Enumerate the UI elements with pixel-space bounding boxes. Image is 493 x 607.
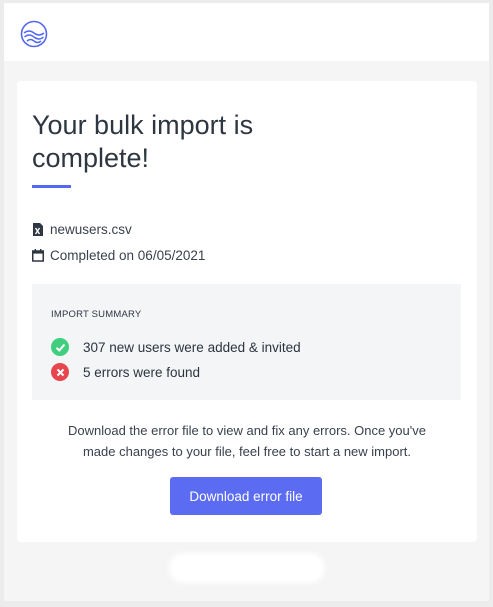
check-circle-icon [51, 338, 69, 356]
completed-date-row: Completed on 06/05/2021 [32, 248, 205, 263]
error-circle-icon [51, 363, 69, 381]
summary-heading: IMPORT SUMMARY [51, 309, 142, 320]
instructions-text: Download the error file to view and fix … [68, 423, 426, 459]
import-summary: IMPORT SUMMARY 307 new users were added … [32, 284, 461, 400]
summary-success-row: 307 new users were added & invited [51, 338, 301, 356]
file-name-row: newusers.csv [32, 222, 132, 237]
success-text: 307 new users were added & invited [83, 339, 301, 355]
download-error-file-button[interactable]: Download error file [170, 477, 322, 515]
excel-file-icon [33, 223, 43, 236]
email-frame: Your bulk import is complete! newusers.c… [4, 3, 489, 601]
file-name: newusers.csv [50, 222, 132, 237]
summary-error-row: 5 errors were found [51, 363, 200, 381]
waves-logo-icon [20, 20, 48, 48]
completed-date: Completed on 06/05/2021 [50, 248, 206, 263]
error-text: 5 errors were found [83, 364, 201, 380]
title-underline [32, 185, 71, 188]
import-complete-card: Your bulk import is complete! newusers.c… [17, 81, 477, 542]
calendar-icon [32, 249, 44, 262]
footer-placeholder [172, 556, 322, 580]
page-title: Your bulk import is complete! [32, 110, 254, 173]
header [4, 3, 489, 61]
